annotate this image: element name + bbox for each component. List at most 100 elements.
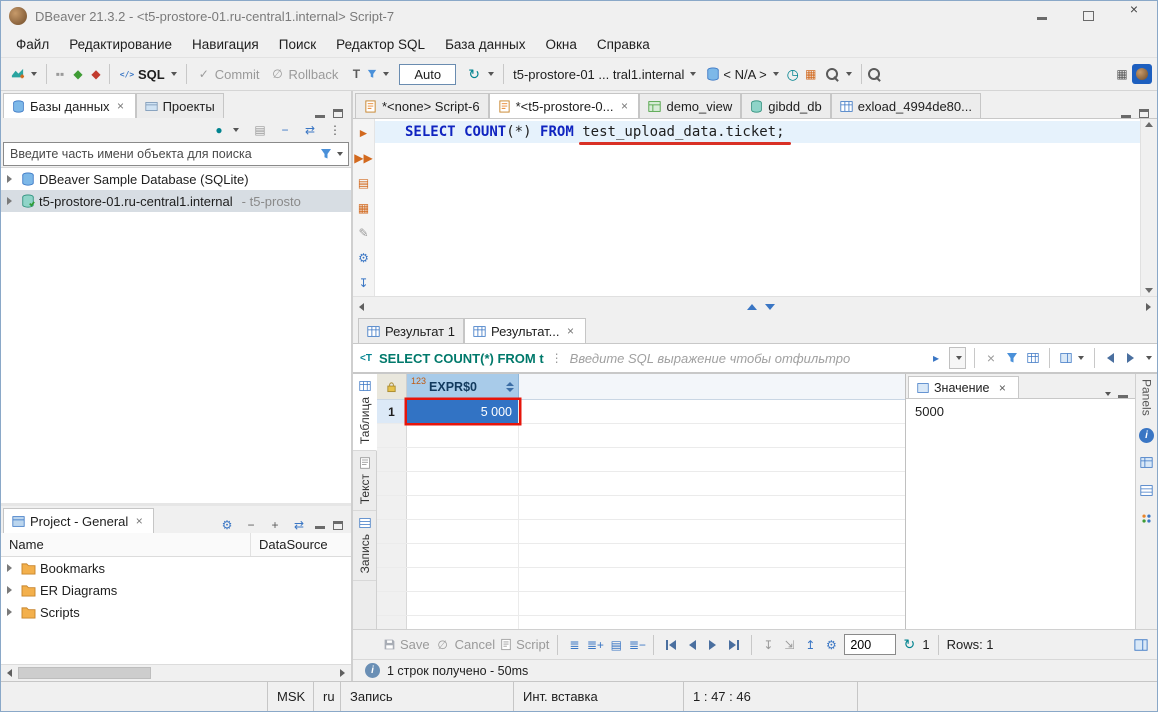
- selected-value-cell[interactable]: 5 000: [407, 400, 519, 423]
- grid-panel-icon[interactable]: [1139, 455, 1155, 471]
- sql-line-1[interactable]: SELECT COUNT (*) FROM test_upload_data.t…: [375, 121, 1140, 143]
- value-content[interactable]: 5000: [906, 398, 1135, 629]
- maximize-icon[interactable]: [1065, 1, 1111, 31]
- column-name[interactable]: Name: [1, 533, 251, 556]
- empty-cell[interactable]: [407, 544, 519, 567]
- menu-database[interactable]: База данных: [436, 34, 534, 55]
- script-button[interactable]: Script: [500, 637, 549, 652]
- clear-filter-icon[interactable]: [983, 350, 999, 366]
- custom-filter-icon[interactable]: [1025, 350, 1041, 366]
- expander-icon[interactable]: [7, 175, 12, 183]
- expander-icon[interactable]: [7, 197, 12, 205]
- tab-exload[interactable]: exload_4994de80...: [831, 93, 981, 118]
- tab-projects[interactable]: Проекты: [136, 93, 224, 118]
- close-tab-icon[interactable]: [994, 380, 1010, 396]
- tab-value[interactable]: Значение: [908, 376, 1019, 398]
- fetch-all-icon[interactable]: ⇲: [781, 637, 797, 653]
- language-indicator[interactable]: ru: [313, 682, 340, 711]
- previous-result-icon[interactable]: [1103, 353, 1118, 363]
- filter-history-dropdown[interactable]: [949, 347, 966, 369]
- refresh-icon[interactable]: [901, 637, 917, 653]
- collapse-all-icon[interactable]: [277, 122, 293, 138]
- toggle-panels-icon[interactable]: [1133, 637, 1149, 653]
- expander-icon[interactable]: [7, 586, 12, 594]
- rollback-button[interactable]: Rollback: [266, 61, 343, 87]
- new-object-button[interactable]: [6, 61, 41, 87]
- expander-icon[interactable]: [7, 564, 12, 572]
- column-datasource[interactable]: DataSource: [251, 533, 351, 556]
- scroll-down-icon[interactable]: [1145, 288, 1153, 293]
- next-result-icon[interactable]: [1123, 353, 1138, 363]
- empty-cell[interactable]: [407, 472, 519, 495]
- tree-item-sample-db[interactable]: DBeaver Sample Database (SQLite): [1, 168, 351, 190]
- expand-icon[interactable]: [267, 517, 283, 533]
- open-perspective-icon[interactable]: ▦: [1114, 66, 1130, 82]
- menu-help[interactable]: Справка: [588, 34, 659, 55]
- scroll-right-icon[interactable]: [1140, 303, 1157, 311]
- expander-icon[interactable]: [7, 608, 12, 616]
- result-filter-input[interactable]: [570, 351, 923, 366]
- previous-row-icon[interactable]: [685, 640, 700, 650]
- tab-demo-view[interactable]: demo_view: [639, 93, 741, 118]
- tab-text-presentation[interactable]: Текст: [353, 451, 376, 511]
- close-tab-icon[interactable]: [133, 515, 145, 527]
- fetch-next-page-icon[interactable]: [760, 637, 776, 653]
- link-editor-icon[interactable]: [291, 517, 307, 533]
- tab-script-6[interactable]: *<none> Script-6: [355, 93, 489, 118]
- grid-corner-cell[interactable]: [377, 374, 407, 399]
- refresh-mode-button[interactable]: [462, 61, 498, 87]
- scroll-right-icon[interactable]: [334, 669, 351, 677]
- tab-gibdd-db[interactable]: gibdd_db: [741, 93, 831, 118]
- close-icon[interactable]: [1111, 1, 1157, 17]
- tab-record-presentation[interactable]: Запись: [353, 511, 376, 580]
- tab-project-general[interactable]: Project - General: [3, 508, 154, 533]
- collapse-all-icon[interactable]: [243, 517, 259, 533]
- delete-row-icon[interactable]: ≣−: [629, 637, 645, 653]
- maximize-view-icon[interactable]: [333, 109, 343, 118]
- view-menu-icon[interactable]: [327, 122, 343, 138]
- sql-editor-button[interactable]: SQL: [115, 61, 181, 87]
- link-editor-icon[interactable]: [302, 122, 318, 138]
- rollback-branch-icon[interactable]: ◆: [88, 66, 104, 82]
- active-query-label[interactable]: SELECT COUNT(*) FROM t: [379, 351, 544, 366]
- value-viewer-icon[interactable]: i: [1139, 428, 1154, 443]
- commit-button[interactable]: Commit: [192, 61, 264, 87]
- empty-cell[interactable]: [407, 592, 519, 615]
- duplicate-row-icon[interactable]: ▤: [608, 637, 624, 653]
- export-icon[interactable]: [802, 637, 818, 653]
- maximize-view-icon[interactable]: [1139, 109, 1149, 118]
- metadata-panel-icon[interactable]: [1139, 483, 1155, 499]
- edit-icon[interactable]: [356, 225, 372, 241]
- edit-value-icon[interactable]: ≣: [566, 637, 582, 653]
- tree-item-t5-prostore[interactable]: t5-prostore-01.ru-central1.internal - t5…: [1, 190, 351, 212]
- search-dropdown-button[interactable]: [821, 61, 856, 87]
- scroll-left-icon[interactable]: [353, 303, 370, 311]
- menu-edit[interactable]: Редактирование: [60, 34, 181, 55]
- global-search-icon[interactable]: [867, 67, 882, 82]
- cancel-button[interactable]: Cancel: [435, 637, 495, 653]
- connect-button[interactable]: ●: [207, 121, 243, 139]
- menu-sql-editor[interactable]: Редактор SQL: [327, 34, 434, 55]
- grid-settings-icon[interactable]: [823, 637, 839, 653]
- empty-cell[interactable]: [407, 496, 519, 519]
- first-row-icon[interactable]: [662, 640, 680, 650]
- commit-branch-icon[interactable]: ◆: [70, 66, 86, 82]
- empty-cell[interactable]: [407, 520, 519, 543]
- tab-script-7[interactable]: *<t5-prostore-0...: [489, 93, 640, 118]
- minimize-view-icon[interactable]: [315, 110, 325, 118]
- row-number-cell[interactable]: [377, 544, 407, 567]
- export-result-icon[interactable]: [356, 275, 372, 291]
- editor-settings-icon[interactable]: [356, 250, 372, 266]
- search-filter-button[interactable]: [315, 148, 348, 160]
- row-number-cell[interactable]: [377, 520, 407, 543]
- row-number-cell[interactable]: [377, 568, 407, 591]
- tab-databases[interactable]: Базы данных: [3, 93, 136, 118]
- tree-item-bookmarks[interactable]: Bookmarks: [1, 557, 351, 579]
- save-filter-icon[interactable]: [1004, 350, 1020, 366]
- aggregate-panel-icon[interactable]: [1139, 511, 1155, 527]
- dbeaver-perspective-icon[interactable]: [1132, 64, 1152, 84]
- close-tab-icon[interactable]: [115, 100, 127, 112]
- menu-search[interactable]: Поиск: [270, 34, 325, 55]
- execute-new-tab-icon[interactable]: ▤: [356, 175, 372, 191]
- last-row-icon[interactable]: [725, 640, 743, 650]
